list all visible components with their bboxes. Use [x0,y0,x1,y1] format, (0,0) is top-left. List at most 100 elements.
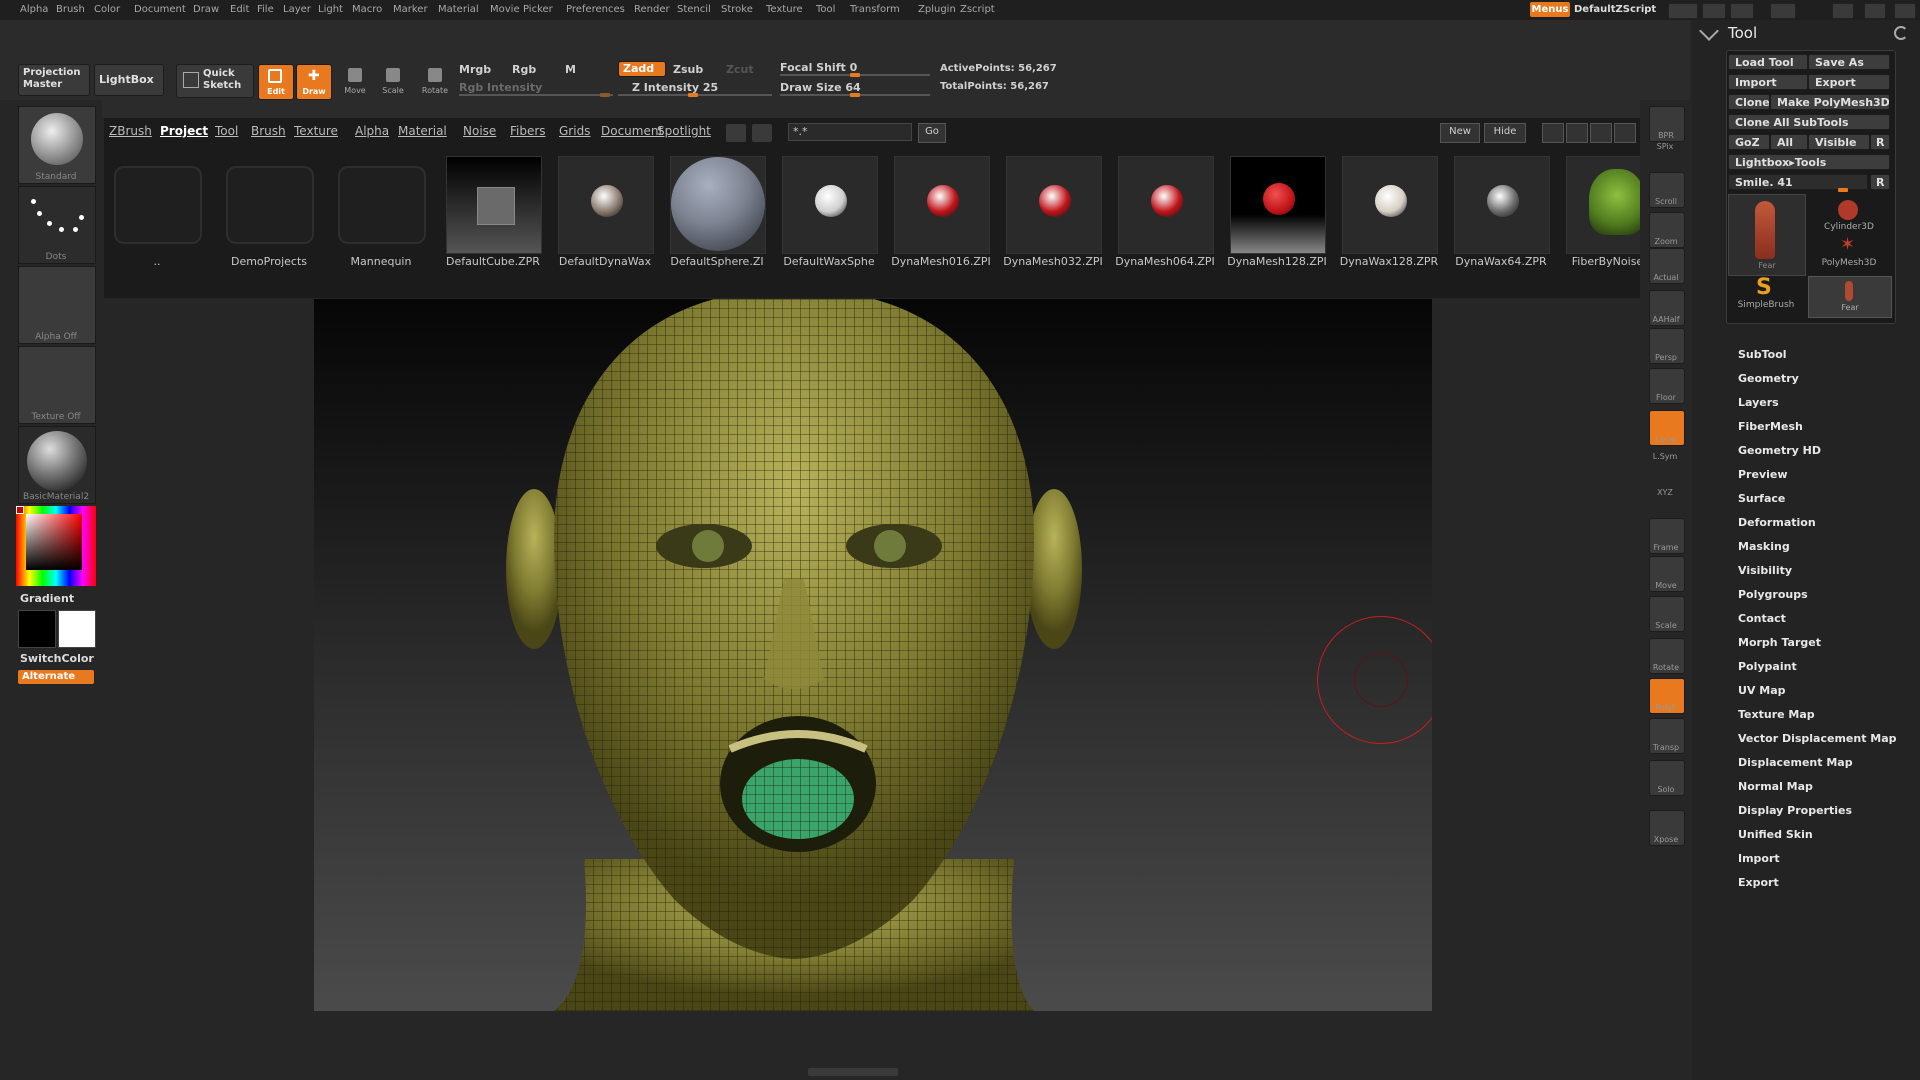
menu-stroke[interactable]: Stroke [721,4,753,15]
zadd-button[interactable]: Zadd [618,61,666,77]
close-icon[interactable] [1894,3,1916,19]
rotate-button[interactable]: Rotate [1649,638,1685,674]
zcut-button[interactable]: Zcut [726,63,754,76]
menu-macro[interactable]: Macro [352,4,382,15]
section-polypaint[interactable]: Polypaint [1738,660,1797,673]
lightbox-item[interactable] [446,156,542,254]
lightbox-tab-spotlight[interactable]: Spotlight [657,124,711,138]
clone-all-subtools-button[interactable]: Clone All SubTools [1728,114,1890,130]
section-vector-displacement-map[interactable]: Vector Displacement Map [1738,732,1897,745]
goz-r-button[interactable]: R [1870,134,1890,150]
visible-button[interactable]: Visible [1808,134,1870,150]
projection-master-button[interactable]: Projection Master [18,64,90,96]
minimize-icon[interactable] [1832,3,1854,19]
section-morph-target[interactable]: Morph Target [1738,636,1821,649]
quick-sketch-button[interactable]: Quick Sketch [176,64,254,98]
lightbox-tools-button[interactable]: Lightbox▸Tools [1728,154,1890,170]
lightbox-tab-brush[interactable]: Brush [251,124,286,138]
rgb-intensity-knob[interactable] [600,93,610,97]
lightbox-tab-tool[interactable]: Tool [215,124,238,138]
lightbox-item[interactable] [222,156,316,252]
aahalf-button[interactable]: AAHalf [1649,290,1685,326]
menu-draw[interactable]: Draw [193,4,219,15]
color-picker[interactable] [16,506,96,586]
lightbox-item[interactable] [1454,156,1550,254]
menu-zscript[interactable]: Zscript [960,4,995,15]
load-tool-button[interactable]: Load Tool [1728,54,1808,70]
rgb-button[interactable]: Rgb [512,63,536,76]
refresh-icon[interactable] [1894,26,1908,40]
rotate-button[interactable]: Rotate [418,64,452,98]
export-button[interactable]: Export [1808,74,1890,90]
lightbox-tab-grids[interactable]: Grids [559,124,590,138]
menu-stencil[interactable]: Stencil [677,4,711,15]
default-zscript[interactable]: DefaultZScript [1574,4,1656,15]
move-button[interactable]: Move [338,64,372,98]
quicksave-icon[interactable] [1668,3,1698,19]
section-uv-map[interactable]: UV Map [1738,684,1786,697]
lightbox-item[interactable] [1006,156,1102,254]
menu-transform[interactable]: Transform [850,4,900,15]
menu-layer[interactable]: Layer [283,4,311,15]
section-import[interactable]: Import [1738,852,1780,865]
tool-palette-title[interactable]: Tool [1728,24,1757,42]
section-layers[interactable]: Layers [1738,396,1779,409]
lightbox-tab-zbrush[interactable]: ZBrush [109,124,152,138]
view-small-icon[interactable] [1542,123,1564,143]
section-unified-skin[interactable]: Unified Skin [1738,828,1813,841]
lightbox-item[interactable] [110,156,204,252]
section-displacement-map[interactable]: Displacement Map [1738,756,1853,769]
scroll-button[interactable]: Scroll [1649,172,1685,208]
section-visibility[interactable]: Visibility [1738,564,1792,577]
lightbox-item[interactable] [670,156,766,254]
menu-texture[interactable]: Texture [766,4,803,15]
section-texture-map[interactable]: Texture Map [1738,708,1815,721]
menu-alpha[interactable]: Alpha [20,4,48,15]
go-button[interactable]: Go [918,123,946,143]
persp-button[interactable]: Persp [1649,328,1685,364]
m-button[interactable]: M [565,63,576,76]
view-details-icon[interactable] [1614,123,1636,143]
view-medium-icon[interactable] [1566,123,1588,143]
section-fibermesh[interactable]: FiberMesh [1738,420,1803,433]
focal-shift-knob[interactable] [850,73,860,77]
menu-tool[interactable]: Tool [816,4,835,15]
section-display-properties[interactable]: Display Properties [1738,804,1852,817]
lightbox-tab-fibers[interactable]: Fibers [510,124,546,138]
file-filter-input[interactable]: *.* [788,123,912,141]
menu-picker[interactable]: Picker [523,4,553,15]
menu-brush[interactable]: Brush [56,4,85,15]
color-picker-square[interactable] [26,514,82,570]
zoom-button[interactable]: Zoom [1649,212,1685,248]
goz-button[interactable]: GoZ [1728,134,1770,150]
menus-toggle[interactable]: Menus [1530,2,1570,17]
section-deformation[interactable]: Deformation [1738,516,1816,529]
menu-color[interactable]: Color [94,4,120,15]
actual-button[interactable]: Actual [1649,248,1685,284]
lightbox-tab-project[interactable]: Project [160,124,208,138]
current-tool-knob[interactable] [1838,188,1848,192]
lightbox-item[interactable] [1342,156,1438,254]
section-subtool[interactable]: SubTool [1738,348,1787,361]
menu-document[interactable]: Document [134,4,186,15]
bpr-button[interactable]: BPR [1649,106,1685,142]
move-button[interactable]: Move [1649,556,1685,592]
prev-arrow-icon[interactable] [726,124,746,142]
next-arrow-icon[interactable] [752,124,772,142]
rgb-intensity-slider[interactable]: Rgb Intensity [459,81,542,94]
view-list-icon[interactable] [1590,123,1612,143]
local-button[interactable]: Local [1649,410,1685,446]
edit-button[interactable]: Edit [258,64,294,100]
z-intensity-slider[interactable]: Z Intensity 25 [632,81,718,94]
draw-size-knob[interactable] [850,93,860,97]
tool-thumb-cylinder3d[interactable]: Cylinder3D [1808,194,1890,234]
lightbox-tab-material[interactable]: Material [398,124,447,138]
mrgb-button[interactable]: Mrgb [459,63,491,76]
tool-thumb-fear[interactable]: Fear [1728,194,1806,276]
draw-button[interactable]: ✚ Draw [296,64,332,100]
xpose-button[interactable]: Xpose [1649,810,1685,846]
section-geometry[interactable]: Geometry [1738,372,1799,385]
bottom-tray-handle-icon[interactable] [808,1068,898,1076]
menu-light[interactable]: Light [318,4,343,15]
main-color-swatch[interactable] [18,610,56,648]
